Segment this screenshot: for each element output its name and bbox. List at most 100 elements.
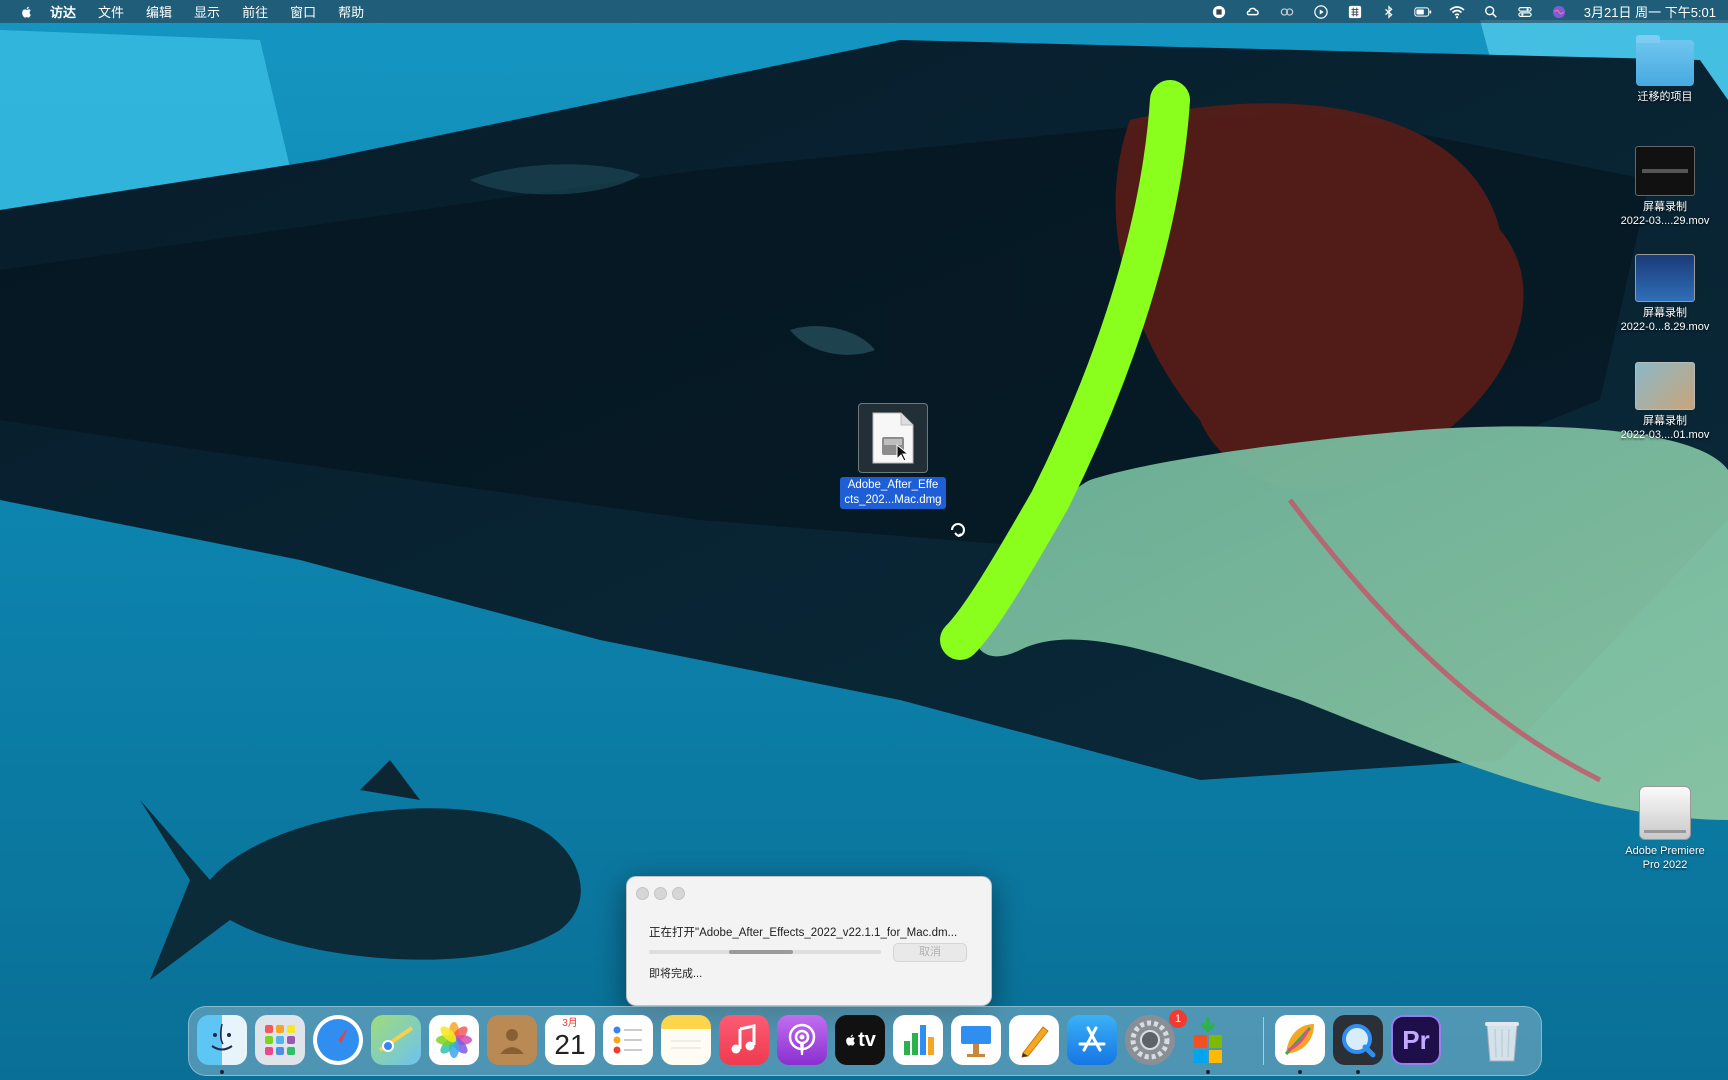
apple-logo-icon: [846, 1034, 855, 1046]
creative-cloud-icon[interactable]: [1244, 4, 1262, 20]
dock-premiere-pro[interactable]: Pr: [1391, 1015, 1441, 1065]
dock-running-indicator: [1356, 1070, 1360, 1074]
desktop-item-screen-recording-2[interactable]: 屏幕录制 2022-0...8.29.mov: [1610, 254, 1720, 334]
dock-running-indicator: [1298, 1070, 1302, 1074]
desktop-item-label-line2: 2022-0...8.29.mov: [1620, 321, 1710, 333]
dock-apple-tv[interactable]: tv: [835, 1015, 885, 1065]
tv-label: tv: [858, 1028, 876, 1051]
dock-maps[interactable]: [371, 1015, 421, 1065]
selected-file-label: Adobe_After_Effe cts_202...Mac.dmg: [840, 477, 946, 509]
trash-icon: [1485, 1022, 1519, 1062]
dialog-status-text: 即将完成...: [649, 968, 703, 980]
dock-safari[interactable]: [313, 1015, 363, 1065]
calendar-day: 21: [554, 1029, 586, 1060]
desktop-item-screen-recording-1[interactable]: 屏幕录制 2022-03....29.mov: [1610, 146, 1720, 228]
video-thumbnail-icon: [1635, 254, 1695, 302]
music-note-icon: [731, 1024, 756, 1054]
desktop-item-label-line1: 屏幕录制: [1643, 201, 1687, 213]
dock-numbers[interactable]: [893, 1015, 943, 1065]
dock-system-preferences[interactable]: [1125, 1015, 1175, 1065]
notes-icon: [671, 1040, 701, 1049]
menu-edit[interactable]: 编辑: [146, 2, 172, 21]
menu-go[interactable]: 前往: [242, 2, 268, 21]
dock-running-indicator: [1206, 1070, 1210, 1074]
compass-icon: [317, 1019, 359, 1061]
dock-photos[interactable]: [429, 1015, 479, 1065]
menu-clock[interactable]: 3月21日 周一 下午5:01: [1584, 2, 1716, 21]
quicktime-icon: [1342, 1024, 1376, 1058]
dock-music[interactable]: [719, 1015, 769, 1065]
finder-icon: [211, 1023, 233, 1051]
menu-view[interactable]: 显示: [194, 2, 220, 21]
dock-keynote[interactable]: [951, 1015, 1001, 1065]
video-thumbnail-icon: [1635, 362, 1695, 410]
menu-bar: 访达 文件 编辑 显示 前往 窗口 帮助 3月21日 周一 下午5:01: [0, 0, 1728, 23]
menu-window[interactable]: 窗口: [290, 2, 316, 21]
minimize-button[interactable]: [654, 887, 667, 900]
dock-microsoft-office[interactable]: [1183, 1015, 1233, 1065]
wifi-icon[interactable]: [1448, 4, 1466, 20]
dock: 3月 21 tv 1 Pr: [188, 1006, 1542, 1076]
leaf-icon: [1284, 1024, 1314, 1056]
dock-quicktime[interactable]: [1333, 1015, 1383, 1065]
desktop-item-label-line1: 屏幕录制: [1643, 415, 1687, 427]
progress-bar: [649, 950, 881, 954]
desktop-item-label-line1: 屏幕录制: [1643, 307, 1687, 319]
app-store-icon: [1078, 1026, 1106, 1052]
selected-file-label-line1: Adobe_After_Effe: [847, 479, 939, 491]
status-area: 3月21日 周一 下午5:01: [1202, 0, 1716, 23]
apple-menu-icon[interactable]: [20, 4, 36, 20]
dock-app-store[interactable]: [1067, 1015, 1117, 1065]
desktop-item-label: 迁移的项目: [1637, 91, 1693, 103]
cloud-sync-icon[interactable]: [1278, 4, 1296, 20]
selected-file-label-line2: cts_202...Mac.dmg: [844, 494, 942, 506]
desktop-item-label-line2: Pro 2022: [1642, 859, 1688, 871]
dock-podcasts[interactable]: [777, 1015, 827, 1065]
dock-pages[interactable]: [1009, 1015, 1059, 1065]
dock-contacts[interactable]: [487, 1015, 537, 1065]
battery-icon[interactable]: [1414, 4, 1432, 20]
dock-finder[interactable]: [197, 1015, 247, 1065]
contacts-person-icon: [500, 1029, 524, 1054]
dock-trash[interactable]: [1477, 1015, 1527, 1065]
play-icon[interactable]: [1312, 4, 1330, 20]
opening-progress-dialog: 正在打开"Adobe_After_Effects_2022_v22.1.1_fo…: [626, 876, 992, 1006]
video-thumbnail-icon: [1635, 146, 1695, 196]
progress-bar-fill: [729, 950, 793, 954]
disk-image-icon: [858, 403, 928, 473]
menu-file[interactable]: 文件: [98, 2, 124, 21]
pages-pen-icon: [1021, 1026, 1049, 1058]
control-center-icon[interactable]: [1516, 4, 1534, 20]
bluetooth-icon[interactable]: [1380, 4, 1398, 20]
reminders-list-icon: [613, 1026, 642, 1054]
close-button[interactable]: [636, 887, 649, 900]
desktop-item-label-line2: 2022-03....01.mov: [1620, 429, 1710, 441]
dock-notes[interactable]: [661, 1015, 711, 1065]
dock-scrapbook[interactable]: [1275, 1015, 1325, 1065]
map-icon: [378, 1026, 414, 1052]
spotlight-search-icon[interactable]: [1482, 4, 1500, 20]
cancel-button[interactable]: 取消: [893, 943, 967, 962]
numbers-chart-icon: [904, 1025, 934, 1055]
siri-icon[interactable]: [1550, 4, 1568, 20]
desktop-item-screen-recording-3[interactable]: 屏幕录制 2022-03....01.mov: [1610, 362, 1720, 442]
menu-help[interactable]: 帮助: [338, 2, 364, 21]
desktop-item-premiere-volume[interactable]: Adobe Premiere Pro 2022: [1610, 786, 1720, 872]
zoom-button[interactable]: [672, 887, 685, 900]
screen-record-stop-icon[interactable]: [1210, 4, 1228, 20]
desktop-item-label-line2: 2022-03....29.mov: [1620, 215, 1710, 227]
podcast-icon: [788, 1023, 816, 1055]
premiere-label: Pr: [1402, 1024, 1430, 1055]
desktop-item-migrated-folder[interactable]: 迁移的项目: [1610, 35, 1720, 104]
folder-icon: [1636, 35, 1694, 86]
menu-app-name[interactable]: 访达: [50, 2, 76, 21]
dock-calendar[interactable]: 3月 21: [545, 1015, 595, 1065]
launchpad-grid-icon: [265, 1025, 295, 1055]
input-method-icon[interactable]: [1346, 4, 1364, 20]
busy-cursor-icon: [948, 520, 968, 540]
photos-flower-icon: [436, 1022, 472, 1058]
dock-reminders[interactable]: [603, 1015, 653, 1065]
gear-icon: [1130, 1020, 1170, 1060]
dock-launchpad[interactable]: [255, 1015, 305, 1065]
selected-dmg-file[interactable]: Adobe_After_Effe cts_202...Mac.dmg: [828, 403, 958, 509]
